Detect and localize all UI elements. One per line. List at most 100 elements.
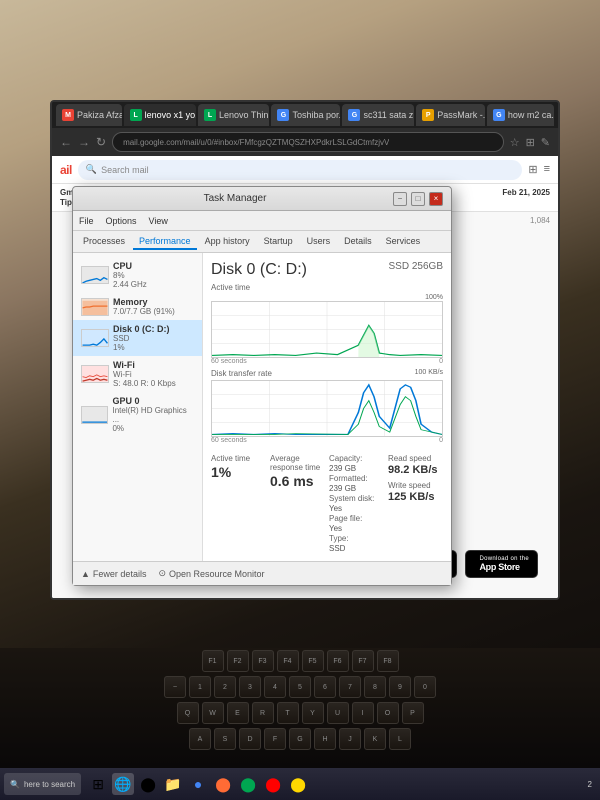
menu-options[interactable]: Options [106, 216, 137, 226]
key-f1[interactable]: F1 [202, 650, 224, 672]
key-e[interactable]: E [227, 702, 249, 724]
key-k[interactable]: K [364, 728, 386, 750]
key-j[interactable]: J [339, 728, 361, 750]
key-f6[interactable]: F6 [327, 650, 349, 672]
close-button[interactable]: × [429, 192, 443, 206]
key-h[interactable]: H [314, 728, 336, 750]
key-p[interactable]: P [402, 702, 424, 724]
key-l[interactable]: L [389, 728, 411, 750]
address-text: mail.google.com/mail/u/0/#inbox/FMfcgzQZ… [123, 138, 389, 147]
task-manager-menubar: File Options View [73, 211, 451, 231]
key-s[interactable]: S [214, 728, 236, 750]
tab-services[interactable]: Services [380, 234, 427, 250]
open-resource-monitor-button[interactable]: ⊙ Open Resource Monitor [158, 568, 264, 579]
minimize-button[interactable]: − [393, 192, 407, 206]
key-5[interactable]: 5 [289, 676, 311, 698]
taskbar-app1-icon[interactable]: ⬤ [212, 773, 234, 795]
browser-tab-passmark[interactable]: P PassMark -... × [416, 104, 485, 126]
browser-tab-sc311[interactable]: G sc311 sata z... × [342, 104, 414, 126]
search-icon: 🔍 [86, 164, 97, 175]
apps-icon[interactable]: ⊞ [528, 163, 537, 176]
process-wifi[interactable]: Wi-Fi Wi-Fi S: 48.0 R: 0 Kbps [73, 356, 202, 392]
key-3[interactable]: 3 [239, 676, 261, 698]
process-gpu[interactable]: GPU 0 Intel(R) HD Graphics ... 0% [73, 392, 202, 437]
taskbar-app2-icon[interactable]: ⬤ [237, 773, 259, 795]
key-q[interactable]: Q [177, 702, 199, 724]
active-time-chart [211, 301, 443, 358]
taskbar-chrome2-icon[interactable]: ● [187, 773, 209, 795]
back-button[interactable]: ← [60, 135, 72, 149]
address-bar[interactable]: mail.google.com/mail/u/0/#inbox/FMfcgzQZ… [112, 132, 504, 152]
tab-label-lenovo1: lenovo x1 yo... [145, 110, 196, 120]
app-store-badge[interactable]: Download on the App Store [465, 550, 538, 578]
taskbar-edge-icon[interactable]: 🌐 [112, 773, 134, 795]
fewer-details-button[interactable]: ▲ Fewer details [81, 569, 146, 579]
key-1[interactable]: 1 [189, 676, 211, 698]
key-f7[interactable]: F7 [352, 650, 374, 672]
tab-label-gmail: Pakiza Afzal [77, 110, 122, 120]
tab-performance[interactable]: Performance [133, 234, 197, 250]
key-r[interactable]: R [252, 702, 274, 724]
filter-icon[interactable]: ≡ [544, 163, 550, 176]
browser-tab-toshiba[interactable]: G Toshiba por... × [271, 104, 340, 126]
tab-details[interactable]: Details [338, 234, 378, 250]
key-d[interactable]: D [239, 728, 261, 750]
key-u[interactable]: U [327, 702, 349, 724]
tab-app-history[interactable]: App history [199, 234, 256, 250]
key-8[interactable]: 8 [364, 676, 386, 698]
maximize-button[interactable]: □ [411, 192, 425, 206]
key-0[interactable]: 0 [414, 676, 436, 698]
key-w[interactable]: W [202, 702, 224, 724]
menu-view[interactable]: View [149, 216, 168, 226]
key-6[interactable]: 6 [314, 676, 336, 698]
key-4[interactable]: 4 [264, 676, 286, 698]
key-f3[interactable]: F3 [252, 650, 274, 672]
taskbar-start-button[interactable]: ⊞ [87, 773, 109, 795]
forward-button[interactable]: → [78, 135, 90, 149]
key-2[interactable]: 2 [214, 676, 236, 698]
tray-time: 2 [588, 780, 592, 789]
disk-title: Disk 0 (C: D:) [211, 261, 307, 279]
taskbar-app4-icon[interactable]: ⬤ [287, 773, 309, 795]
key-f2[interactable]: F2 [227, 650, 249, 672]
stat-write-value: 125 KB/s [388, 491, 443, 503]
key-7[interactable]: 7 [339, 676, 361, 698]
star-icon[interactable]: ☆ [510, 136, 520, 149]
key-f4[interactable]: F4 [277, 650, 299, 672]
menu-file[interactable]: File [79, 216, 94, 226]
unread-count: 1,084 [530, 216, 550, 225]
process-memory[interactable]: Memory 7.0/7.7 GB (91%) [73, 293, 202, 320]
browser-tab-lenovo2[interactable]: L Lenovo Thin... × [198, 104, 269, 126]
browser-tab-howm2[interactable]: G how m2 ca... × [487, 104, 554, 126]
taskbar-explorer-icon[interactable]: 📁 [162, 773, 184, 795]
process-disk[interactable]: Disk 0 (C: D:) SSD 1% [73, 320, 202, 356]
key-f[interactable]: F [264, 728, 286, 750]
key-t[interactable]: T [277, 702, 299, 724]
key-f5[interactable]: F5 [302, 650, 324, 672]
browser-content: ail 🔍 Search mail ⊞ ≡ Gmail Team Feb 21,… [52, 156, 558, 598]
key-o[interactable]: O [377, 702, 399, 724]
key-f8[interactable]: F8 [377, 650, 399, 672]
taskbar-app3-icon[interactable]: ⬤ [262, 773, 284, 795]
stat-read-value: 98.2 KB/s [388, 464, 443, 476]
ext-icon[interactable]: ⊞ [526, 136, 535, 149]
keyboard-fn-row: F1 F2 F3 F4 F5 F6 F7 F8 [0, 648, 600, 674]
key-tilde[interactable]: ~ [164, 676, 186, 698]
key-9[interactable]: 9 [389, 676, 411, 698]
tab-processes[interactable]: Processes [77, 234, 131, 250]
key-g[interactable]: G [289, 728, 311, 750]
key-a[interactable]: A [189, 728, 211, 750]
taskbar-chrome-icon[interactable]: ⬤ [137, 773, 159, 795]
browser-tab-gmail[interactable]: M Pakiza Afzal × [56, 104, 122, 126]
process-cpu[interactable]: CPU 8% 2.44 GHz [73, 257, 202, 293]
tab-startup[interactable]: Startup [258, 234, 299, 250]
browser-tab-lenovo1[interactable]: L lenovo x1 yo... × [124, 104, 196, 126]
disk-header: Disk 0 (C: D:) SSD 256GB [211, 261, 443, 279]
key-i[interactable]: I [352, 702, 374, 724]
key-y[interactable]: Y [302, 702, 324, 724]
gmail-search-bar[interactable]: 🔍 Search mail [78, 160, 523, 180]
taskbar-search[interactable]: 🔍 here to search [4, 773, 81, 795]
tab-users[interactable]: Users [301, 234, 337, 250]
refresh-button[interactable]: ↻ [96, 135, 106, 149]
settings-icon[interactable]: ✎ [541, 136, 550, 149]
